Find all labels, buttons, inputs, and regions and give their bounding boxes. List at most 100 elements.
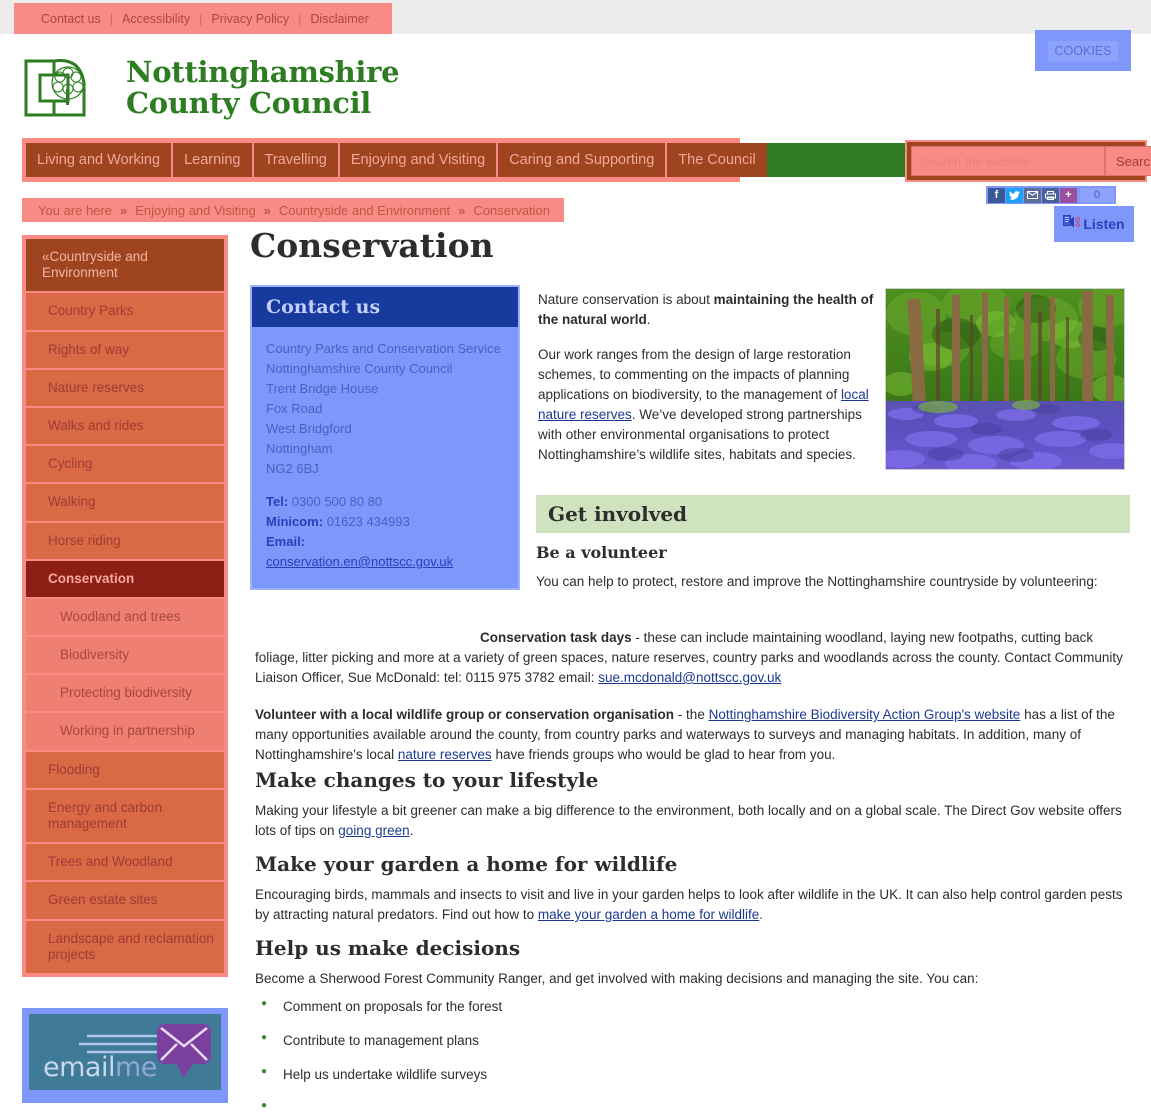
sidebar-item-walks-and-rides[interactable]: Walks and rides xyxy=(26,407,224,447)
nav-item-travelling[interactable]: Travelling xyxy=(253,143,340,177)
list-item xyxy=(255,1100,1130,1120)
sidebar-item-landscape-and-reclamation-projects[interactable]: Landscape and reclamation projects xyxy=(26,920,224,973)
sidebar-item-rights-of-way[interactable]: Rights of way xyxy=(26,331,224,370)
contact-address-lines: Country Parks and Conservation Service No… xyxy=(266,339,504,479)
emailme-banner: emailme xyxy=(29,1014,221,1090)
utility-link-privacy-policy[interactable]: Privacy Policy xyxy=(202,12,298,26)
nav-item-caring-and-supporting[interactable]: Caring and Supporting xyxy=(498,143,668,177)
breadcrumb-arrow: » xyxy=(263,202,271,218)
breadcrumb-item-conservation[interactable]: Conservation xyxy=(469,203,554,218)
sidebar-item-protecting-biodiversity[interactable]: Protecting biodiversity xyxy=(26,675,224,714)
sidebar-item-cycling[interactable]: Cycling xyxy=(26,446,224,485)
sidebar-item-energy-and-carbon-management[interactable]: Energy and carbon management xyxy=(26,789,224,845)
decisions-heading: Help us make decisions xyxy=(255,936,521,960)
page-title: Conservation xyxy=(250,226,494,265)
site-logo[interactable]: Nottinghamshire County Council xyxy=(24,55,400,121)
contact-address-line: Fox Road xyxy=(266,401,323,416)
share-plus-icon[interactable]: + xyxy=(1060,187,1077,203)
contact-email-line: Email: xyxy=(266,532,504,552)
sidebar-item-country-parks[interactable]: Country Parks xyxy=(26,293,224,332)
breadcrumb-item-enjoying-and-visiting[interactable]: Enjoying and Visiting xyxy=(131,203,259,218)
breadcrumb-item-countryside-and-environment[interactable]: Countryside and Environment xyxy=(275,203,454,218)
nature-reserves-link[interactable]: nature reserves xyxy=(398,747,492,762)
volunteer-intro-text: You can help to protect, restore and imp… xyxy=(536,574,1098,589)
sidebar-item-walking[interactable]: Walking xyxy=(26,484,224,523)
wildlife-bold: Volunteer with a local wildlife group or… xyxy=(255,707,675,722)
email-icon[interactable] xyxy=(1024,187,1041,203)
contact-us-body: Country Parks and Conservation Service No… xyxy=(252,327,518,588)
going-green-link[interactable]: going green xyxy=(338,823,409,838)
garden-wildlife-link[interactable]: make your garden a home for wildlife xyxy=(538,907,759,922)
emailme-widget[interactable]: emailme xyxy=(22,1008,228,1103)
sidebar-item-green-estate-sites[interactable]: Green estate sites xyxy=(26,882,224,921)
nav-item-the-council[interactable]: The Council xyxy=(667,143,767,177)
utility-link-accessibility[interactable]: Accessibility xyxy=(113,12,199,26)
breadcrumb-arrow: » xyxy=(119,202,128,218)
task-days-paragraph: Conservation task days - these can inclu… xyxy=(255,628,1130,688)
top-utility-bar: Contact us | Accessibility | Privacy Policy |… xyxy=(0,0,1151,34)
nav-item-living-and-working[interactable]: Living and Working xyxy=(26,143,174,177)
task-days-bold: Conservation task days xyxy=(480,630,632,645)
decisions-bullet-list: Comment on proposals for the forestContr… xyxy=(255,998,1130,1120)
contact-us-box: Contact us Country Parks and Conservatio… xyxy=(250,285,520,590)
sidebar-item-flooding[interactable]: Flooding xyxy=(26,751,224,790)
decisions-intro: Become a Sherwood Forest Community Range… xyxy=(255,971,979,986)
contact-minicom-line: Minicom: 01623 434993 xyxy=(266,512,504,532)
contact-address-line: Country Parks and Conservation Service xyxy=(266,341,501,356)
wildlife-group-paragraph: Volunteer with a local wildlife group or… xyxy=(255,705,1130,765)
sidebar-item-horse-riding[interactable]: Horse riding xyxy=(26,522,224,561)
emailme-text-me: me xyxy=(114,1052,157,1083)
garden-heading: Make your garden a home for wildlife xyxy=(255,852,678,876)
contact-minicom-label: Minicom: xyxy=(266,514,324,529)
contact-email-link[interactable]: conservation.en@nottscc.gov.uk xyxy=(266,554,453,569)
utility-links: Contact us | Accessibility | Privacy Policy |… xyxy=(14,3,392,34)
contact-tel-value: 0300 500 80 80 xyxy=(291,494,383,509)
contact-address-line: Nottinghamshire County Council xyxy=(266,361,453,376)
nav-item-learning[interactable]: Learning xyxy=(173,143,254,177)
utility-link-disclaimer[interactable]: Disclaimer xyxy=(301,12,377,26)
sidebar-item-trees-and-woodland[interactable]: Trees and Woodland xyxy=(26,844,224,883)
contact-address-line: NG2 6BJ xyxy=(266,461,319,476)
cookies-button[interactable]: COOKIES xyxy=(1035,30,1131,71)
sidebar-item-working-in-partnership[interactable]: Working in partnership xyxy=(26,713,224,752)
lifestyle-text-b: . xyxy=(409,823,414,838)
social-share-bar: f + 0 xyxy=(986,186,1117,204)
contact-tel-line: Tel: 0300 500 80 80 xyxy=(266,492,504,512)
contact-address-line: Trent Bridge House xyxy=(266,381,379,396)
search-input[interactable] xyxy=(911,146,1105,176)
sidebar-item-biodiversity[interactable]: Biodiversity xyxy=(26,637,224,676)
intro-paragraph-1: Nature conservation is about maintaining… xyxy=(538,290,886,330)
search-button[interactable]: Search xyxy=(1105,146,1151,176)
lifestyle-section: Make changes to your lifestyle Making yo… xyxy=(255,768,1130,841)
utility-link-contact-us[interactable]: Contact us xyxy=(32,12,110,26)
contact-us-heading: Contact us xyxy=(252,287,518,327)
list-item: Help us undertake wildlife surveys xyxy=(255,1066,1130,1101)
twitter-icon[interactable] xyxy=(1006,187,1023,203)
contact-minicom-value: 01623 434993 xyxy=(326,514,410,529)
biodiversity-action-group-link[interactable]: Nottinghamshire Biodiversity Action Grou… xyxy=(709,707,1021,722)
intro-p1-a: Nature conservation is about xyxy=(538,292,714,307)
logo-line-1: Nottinghamshire xyxy=(126,55,400,90)
decisions-section: Help us make decisions Become a Sherwood… xyxy=(255,936,1130,1120)
print-icon[interactable] xyxy=(1042,187,1059,203)
contact-address-line: Nottingham xyxy=(266,441,333,456)
sidebar-item-woodland-and-trees[interactable]: Woodland and trees xyxy=(26,598,224,638)
garden-text-b: . xyxy=(759,907,764,922)
facebook-icon[interactable]: f xyxy=(988,187,1005,203)
intro-paragraph-2: Our work ranges from the design of large… xyxy=(538,345,886,465)
list-item: Comment on proposals for the forest xyxy=(255,998,1130,1033)
get-involved-heading: Get involved xyxy=(536,495,1130,533)
volunteer-details: Conservation task days - these can inclu… xyxy=(255,628,1130,782)
sue-mcdonald-email-link[interactable]: sue.mcdonald@nottscc.gov.uk xyxy=(598,670,781,685)
garden-paragraph: Encouraging birds, mammals and insects t… xyxy=(255,885,1130,925)
sidebar-item-conservation[interactable]: Conservation xyxy=(26,560,224,599)
logo-line-2: County Council xyxy=(126,86,372,120)
sidebar-header[interactable]: «Countryside and Environment xyxy=(26,239,224,294)
contact-address-line: West Bridgford xyxy=(266,421,352,436)
breadcrumb-prefix: You are here xyxy=(38,202,112,218)
nav-item-enjoying-and-visiting[interactable]: Enjoying and Visiting xyxy=(339,143,499,177)
sidebar-item-nature-reserves[interactable]: Nature reserves xyxy=(26,369,224,408)
breadcrumb-arrow: » xyxy=(458,202,466,218)
logo-wordmark: Nottinghamshire County Council xyxy=(126,55,400,120)
